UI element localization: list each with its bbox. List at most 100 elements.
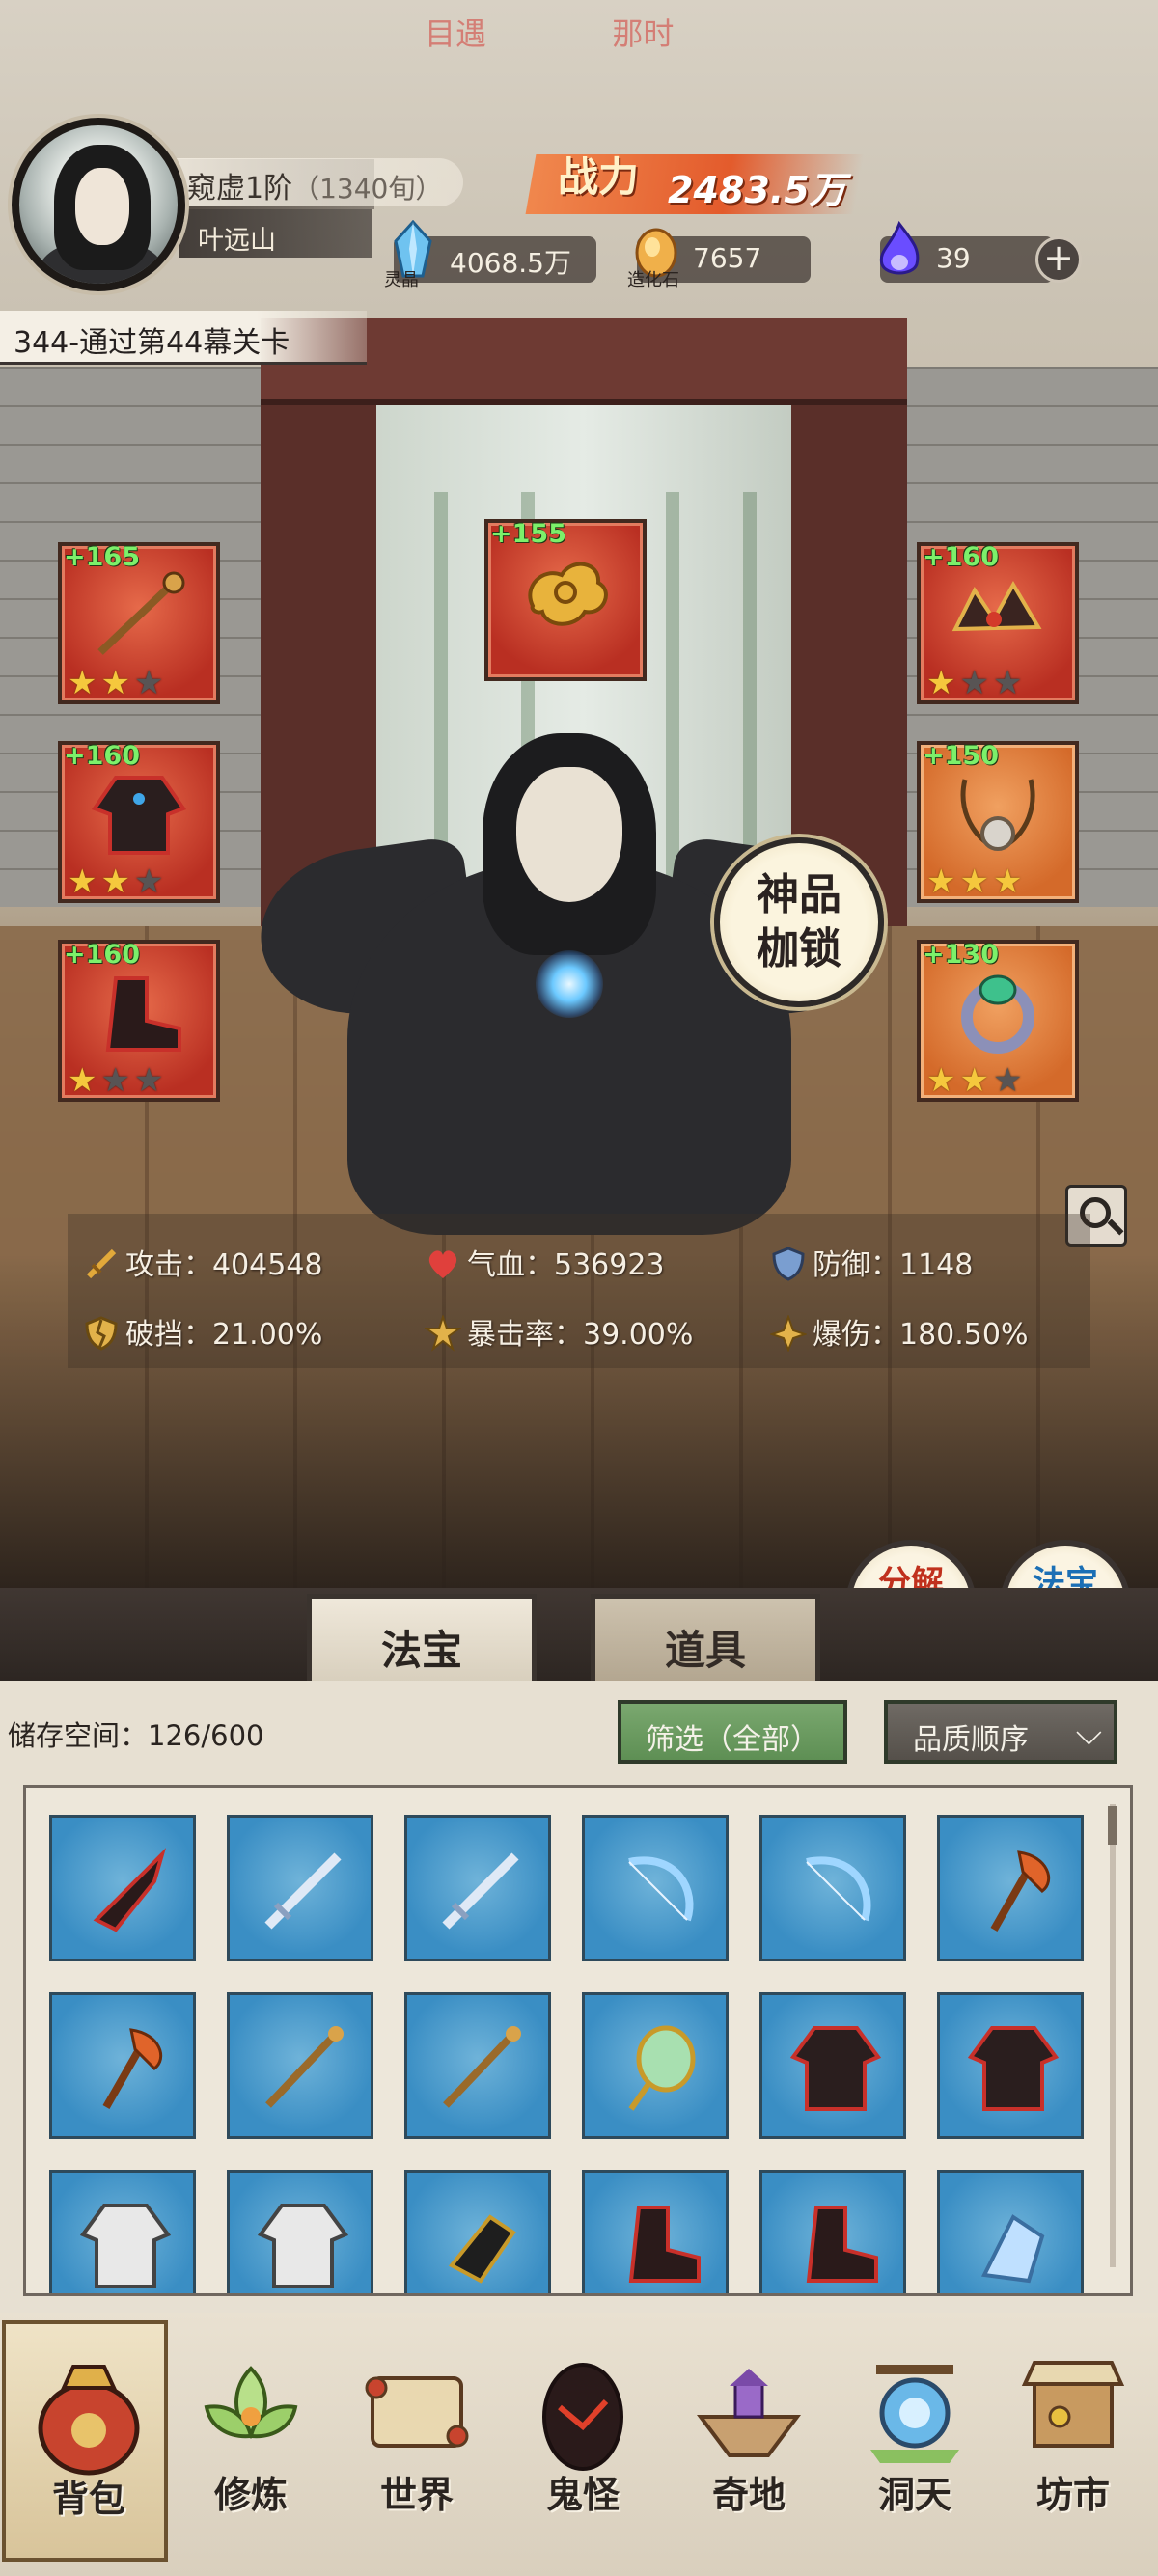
equip-slot-talisman[interactable]: +155	[484, 519, 647, 681]
flame-axe-icon	[990, 1850, 1051, 1932]
black-gauntlet-icon	[448, 2214, 516, 2284]
creation-stone-value: 7657	[693, 242, 762, 274]
nav-label: 坊市	[1035, 2473, 1110, 2516]
scroll-map-icon	[365, 2376, 469, 2448]
stat-value: 39.00%	[583, 1318, 694, 1352]
nav-world[interactable]: 世界	[334, 2320, 500, 2562]
stat-value: 21.00%	[212, 1318, 323, 1352]
combat-power-label: 战力	[558, 153, 640, 201]
stat-defense: 防御：1148	[770, 1241, 973, 1283]
notice-text-right: 那时	[612, 15, 675, 52]
player-avatar[interactable]	[12, 118, 185, 291]
magnifier-handle	[1107, 1219, 1124, 1236]
stat-crit-rate: 暴击率：39.00%	[425, 1310, 693, 1353]
nav-cave-heaven[interactable]: 洞天	[832, 2320, 998, 2562]
stat-label: 气血：	[467, 1248, 554, 1282]
nav-bag[interactable]: 背包	[2, 2320, 168, 2562]
necklace-icon	[960, 779, 1035, 851]
slot-bonus: +155	[490, 519, 566, 549]
divine-line2: 枷锁	[757, 924, 841, 973]
inventory-item[interactable]	[759, 1815, 906, 1961]
ice-sword-icon	[442, 1852, 519, 1930]
inventory-item[interactable]	[937, 1992, 1084, 2139]
broken-shield-icon	[85, 1316, 118, 1351]
inventory-item[interactable]	[937, 2170, 1084, 2293]
nav-label: 世界	[379, 2473, 454, 2516]
inventory-item[interactable]	[582, 1992, 729, 2139]
stat-label: 攻击：	[125, 1248, 212, 1282]
nav-label: 修炼	[213, 2473, 288, 2516]
inventory-item[interactable]	[582, 2170, 729, 2293]
crit-burst-icon	[425, 1315, 461, 1352]
stat-attack: 攻击：404548	[83, 1241, 323, 1283]
slot-stars: ★★★	[926, 664, 1027, 702]
nav-cultivate[interactable]: 修炼	[168, 2320, 334, 2562]
equip-slot-robe[interactable]: +160 ★★★	[58, 741, 220, 903]
nav-label: 鬼怪	[545, 2473, 620, 2516]
sort-dropdown[interactable]: 品质顺序 ⌵	[884, 1700, 1117, 1764]
soul-flame-icon	[879, 220, 920, 275]
portal-icon	[870, 2365, 959, 2463]
inventory-grid[interactable]	[23, 1785, 1133, 2296]
spirit-crystal-value: 4068.5万	[450, 247, 571, 279]
inventory-item[interactable]	[759, 1992, 906, 2139]
equip-slot-weapon[interactable]: +165 ★★★	[58, 542, 220, 704]
stat-hp: 气血：536923	[425, 1241, 665, 1283]
nav-wonderland[interactable]: 奇地	[666, 2320, 832, 2562]
divine-shackle-button[interactable]: 神品 枷锁	[714, 837, 884, 1007]
player-name: 叶远山	[179, 209, 372, 258]
staff-icon	[97, 571, 185, 655]
jade-mirror-icon	[628, 2025, 696, 2111]
nav-market[interactable]: 坊市	[990, 2320, 1156, 2562]
stage-progress-banner[interactable]: 344-通过第44幕关卡	[0, 311, 367, 365]
equip-slot-crown[interactable]: +160 ★★★	[917, 542, 1079, 704]
tab-treasure[interactable]: 法宝	[307, 1594, 537, 1686]
soul-flame-value: 39	[936, 242, 971, 274]
inventory-item[interactable]	[227, 2170, 373, 2293]
inventory-item[interactable]	[227, 1992, 373, 2139]
realm-label: 窥虚1阶	[187, 172, 293, 206]
stat-value: 180.50%	[899, 1318, 1029, 1352]
dark-robe-icon	[967, 2026, 1060, 2111]
inventory-item[interactable]	[937, 1815, 1084, 1961]
equip-slot-necklace[interactable]: +150 ★★★	[917, 741, 1079, 903]
nav-monster[interactable]: 鬼怪	[500, 2320, 666, 2562]
inventory-item[interactable]	[404, 2170, 551, 2293]
tab-items[interactable]: 道具	[591, 1594, 820, 1686]
inventory-item[interactable]	[49, 1815, 196, 1961]
inventory-item[interactable]	[582, 1815, 729, 1961]
equip-slot-ring[interactable]: +130 ★★★	[917, 940, 1079, 1102]
bronze-staff-icon	[443, 2026, 521, 2108]
inventory-scroll-thumb[interactable]	[1108, 1806, 1117, 1845]
divine-line1: 神品	[757, 870, 841, 919]
spirit-orb	[536, 950, 603, 1018]
flame-axe-icon	[102, 2028, 163, 2109]
slot-bonus: +150	[923, 741, 999, 771]
slot-bonus: +130	[923, 940, 999, 970]
ring-icon	[961, 974, 1034, 1054]
inventory-item[interactable]	[759, 2170, 906, 2293]
inventory-item[interactable]	[49, 1992, 196, 2139]
white-robe-icon	[257, 2204, 349, 2288]
equip-slot-boots[interactable]: +160 ★★★	[58, 940, 220, 1102]
inventory-item[interactable]	[404, 1815, 551, 1961]
dark-robe-icon	[789, 2026, 882, 2111]
sort-label: 品质顺序	[913, 1723, 1029, 1757]
stat-crit-damage: 爆伤：180.50%	[770, 1310, 1028, 1353]
inventory-scrollbar[interactable]	[1110, 1804, 1116, 2267]
inventory-item[interactable]	[49, 2170, 196, 2293]
slot-bonus: +160	[64, 940, 140, 970]
filter-button[interactable]: 筛选（全部）	[618, 1700, 847, 1764]
crit-damage-icon	[770, 1315, 807, 1352]
avatar-face	[75, 168, 129, 245]
stat-label: 防御：	[813, 1248, 899, 1282]
inventory-item[interactable]	[404, 1992, 551, 2139]
stat-label: 暴击率：	[467, 1318, 583, 1352]
ice-sword-icon	[264, 1852, 342, 1930]
creation-stone-caption: 造化石	[627, 270, 679, 290]
inventory-item[interactable]	[227, 1815, 373, 1961]
add-resource-button[interactable]: +	[1035, 236, 1082, 283]
demon-egg-icon	[542, 2363, 623, 2471]
notice-text-left: 目遇	[425, 15, 487, 52]
nav-label: 奇地	[711, 2473, 786, 2516]
